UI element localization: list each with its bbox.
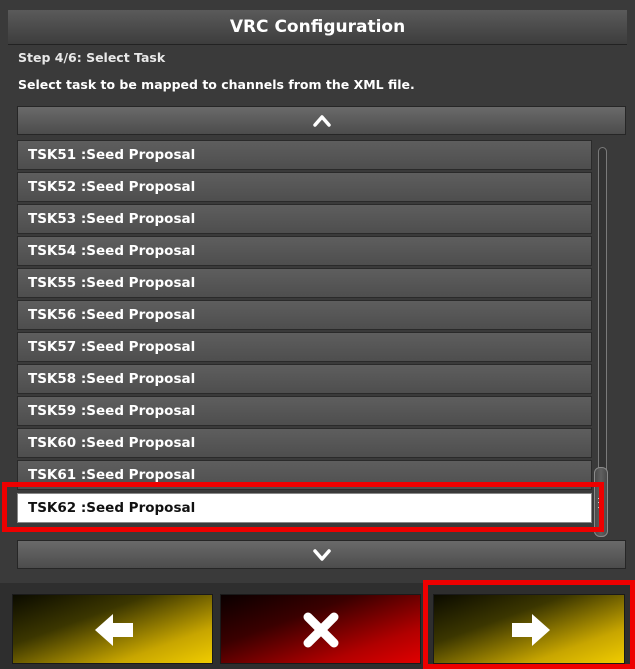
task-label: TSK52 :Seed Proposal [28, 179, 196, 195]
next-button[interactable] [433, 594, 625, 664]
dialog-title: VRC Configuration [8, 10, 627, 45]
close-icon [303, 612, 339, 648]
list-item[interactable]: TSK60 :Seed Proposal [17, 428, 592, 458]
step-indicator: Step 4/6: Select Task [18, 50, 166, 65]
instruction-text: Select task to be mapped to channels fro… [18, 77, 415, 92]
task-label: TSK56 :Seed Proposal [28, 307, 196, 323]
list-item[interactable]: TSK58 :Seed Proposal [17, 364, 592, 394]
back-button[interactable] [12, 594, 213, 664]
task-label: TSK60 :Seed Proposal [28, 435, 196, 451]
task-label: TSK51 :Seed Proposal [28, 147, 196, 163]
task-label: TSK54 :Seed Proposal [28, 243, 196, 259]
chevron-up-icon [313, 115, 331, 127]
scroll-down-button[interactable] [17, 540, 626, 569]
list-item[interactable]: TSK55 :Seed Proposal [17, 268, 592, 298]
arrow-left-icon [95, 614, 133, 646]
task-label: TSK53 :Seed Proposal [28, 211, 196, 227]
list-item-selected[interactable]: TSK62 :Seed Proposal [17, 493, 592, 523]
list-item[interactable]: TSK57 :Seed Proposal [17, 332, 592, 362]
list-item[interactable]: TSK54 :Seed Proposal [17, 236, 592, 266]
task-label: TSK59 :Seed Proposal [28, 403, 196, 419]
arrow-right-icon [512, 614, 550, 646]
grip-icon [598, 498, 604, 508]
task-label: TSK61 :Seed Proposal [28, 467, 196, 483]
task-label: TSK58 :Seed Proposal [28, 371, 196, 387]
list-item[interactable]: TSK59 :Seed Proposal [17, 396, 592, 426]
task-label: TSK57 :Seed Proposal [28, 339, 196, 355]
chevron-down-icon [313, 549, 331, 561]
vrc-configuration-dialog: VRC Configuration Step 4/6: Select Task … [0, 0, 635, 669]
list-item[interactable]: TSK52 :Seed Proposal [17, 172, 592, 202]
cancel-button[interactable] [220, 594, 421, 664]
scroll-up-button[interactable] [17, 106, 626, 135]
list-item[interactable]: TSK51 :Seed Proposal [17, 140, 592, 170]
list-item[interactable]: TSK56 :Seed Proposal [17, 300, 592, 330]
list-item[interactable]: TSK53 :Seed Proposal [17, 204, 592, 234]
task-label: TSK55 :Seed Proposal [28, 275, 196, 291]
task-label: TSK62 :Seed Proposal [28, 500, 196, 516]
list-item[interactable]: TSK61 :Seed Proposal [17, 460, 592, 490]
scrollbar-thumb[interactable] [594, 467, 608, 537]
